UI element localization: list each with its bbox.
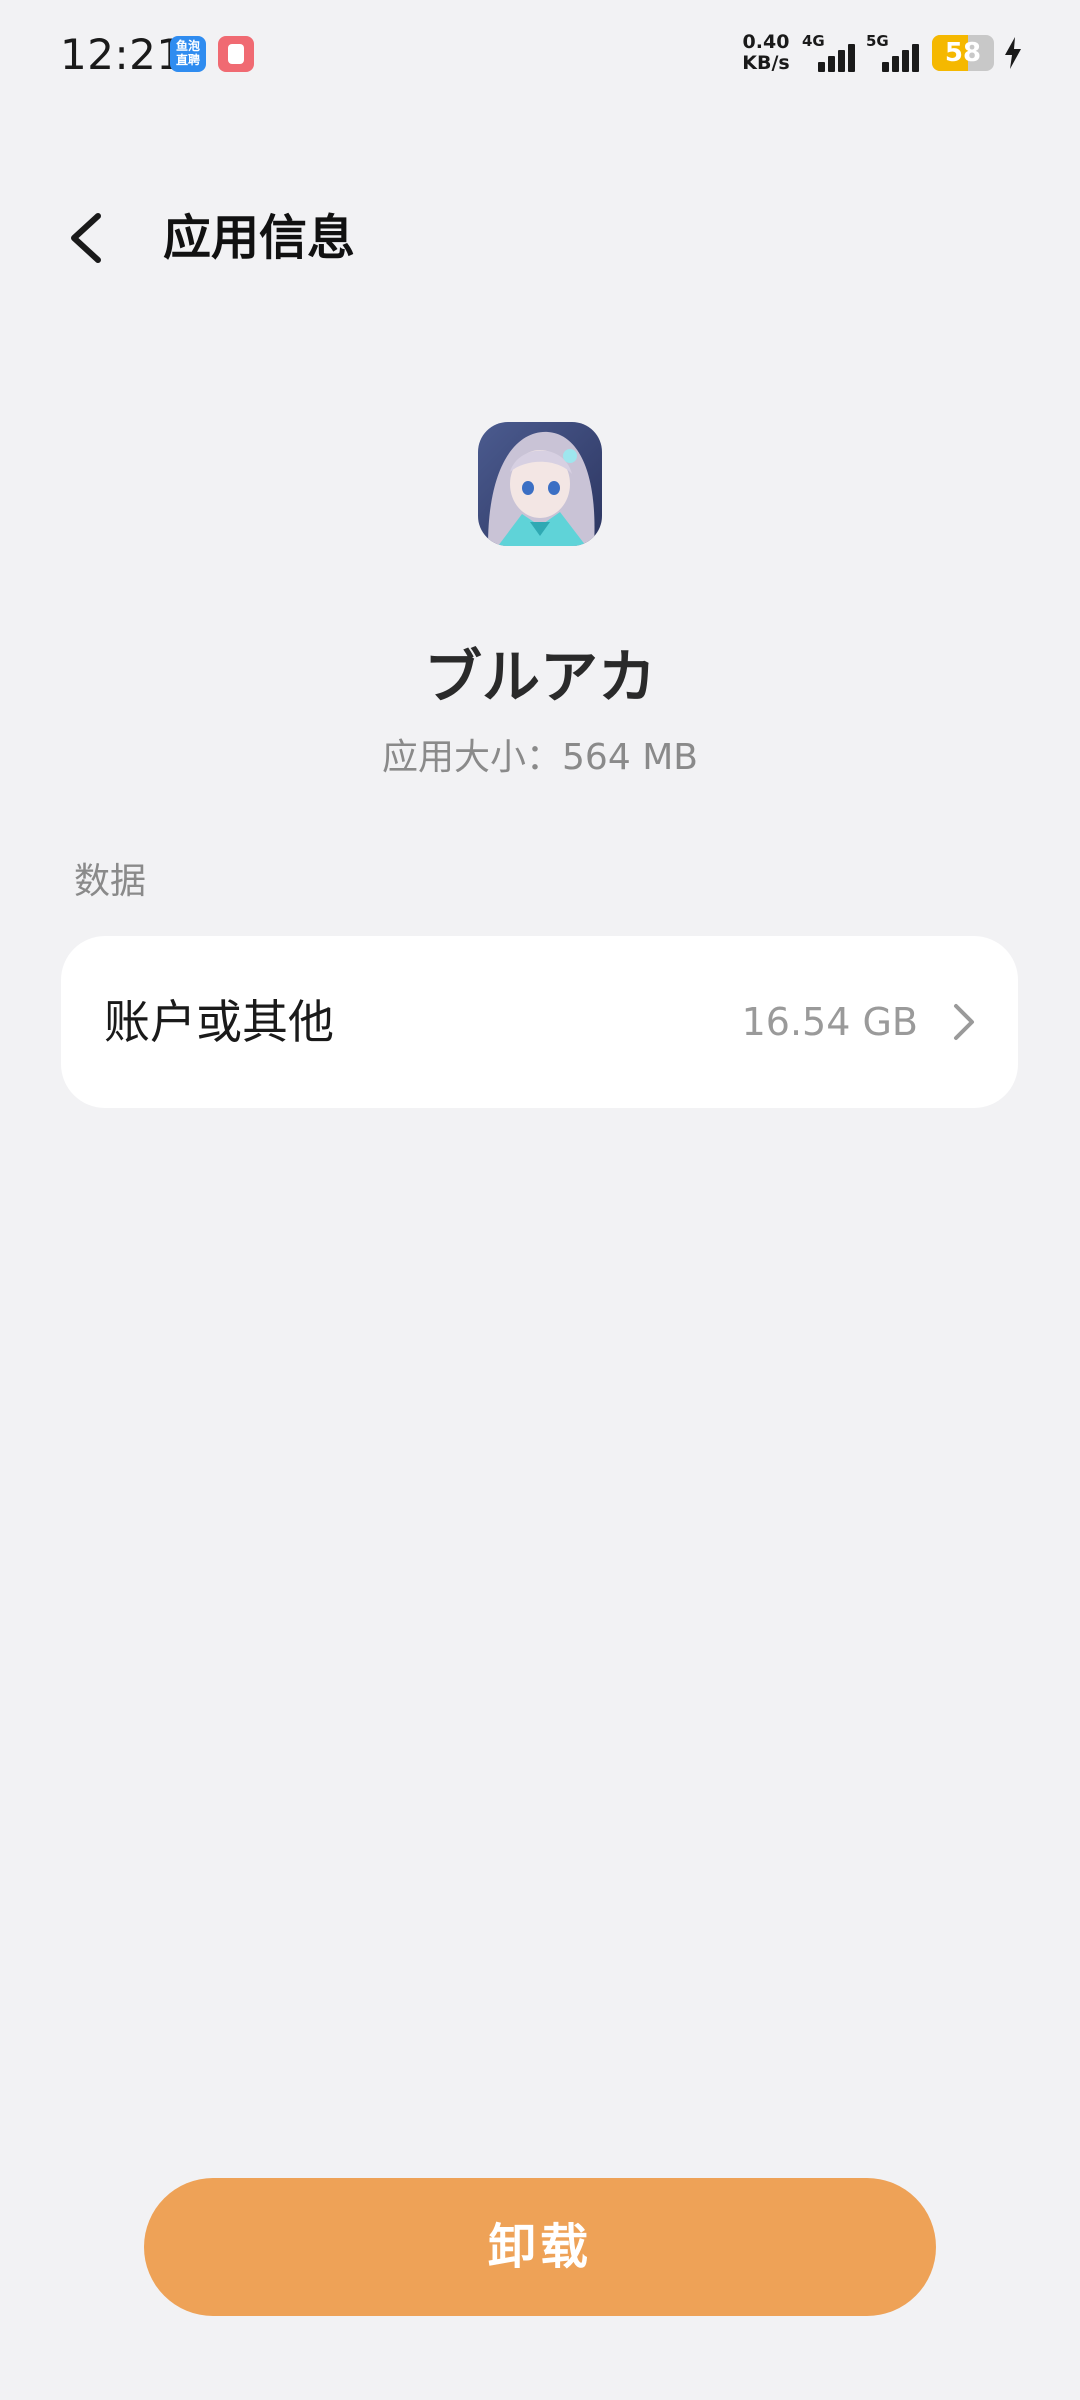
notification-icon-text-1: 鱼泡 — [175, 39, 200, 53]
uninstall-button[interactable]: 卸载 — [144, 2178, 936, 2316]
lightning-icon — [1005, 37, 1021, 69]
back-button[interactable] — [56, 206, 120, 270]
app-notification-icon — [218, 36, 254, 72]
page-title: 应用信息 — [163, 210, 356, 266]
job-app-notification-icon: 鱼泡 直聘 — [170, 36, 206, 72]
app-name: ブルアカ — [423, 643, 656, 711]
storage-row-label: 账户或其他 — [104, 995, 334, 1049]
app-size: 应用大小：564 MB — [382, 737, 698, 778]
network-speed-unit: KB/s — [742, 52, 790, 74]
app-icon — [478, 422, 602, 546]
battery-icon: 58 — [932, 35, 994, 71]
status-time: 12:21 — [60, 30, 184, 79]
storage-row-account-other[interactable]: 账户或其他 16.54 GB — [61, 936, 1018, 1108]
network-speed: 0.40 KB/s — [740, 32, 792, 74]
signal-bars-icon — [878, 42, 924, 72]
battery-level: 58 — [944, 38, 982, 68]
storage-row-value: 16.54 GB — [741, 1000, 918, 1044]
signal-bars-icon — [814, 42, 860, 72]
chevron-left-icon — [71, 213, 101, 263]
network-speed-value: 0.40 — [742, 31, 790, 53]
signal-5g: 5G — [866, 32, 930, 76]
section-label-data: 数据 — [74, 861, 147, 902]
notification-icon-text-2: 直聘 — [175, 53, 200, 67]
status-bar: 12:21 鱼泡 直聘 0.40 KB/s 4G 5G 58 — [0, 0, 1080, 110]
chevron-right-icon — [954, 1004, 974, 1040]
signal-4g: 4G — [802, 32, 866, 76]
